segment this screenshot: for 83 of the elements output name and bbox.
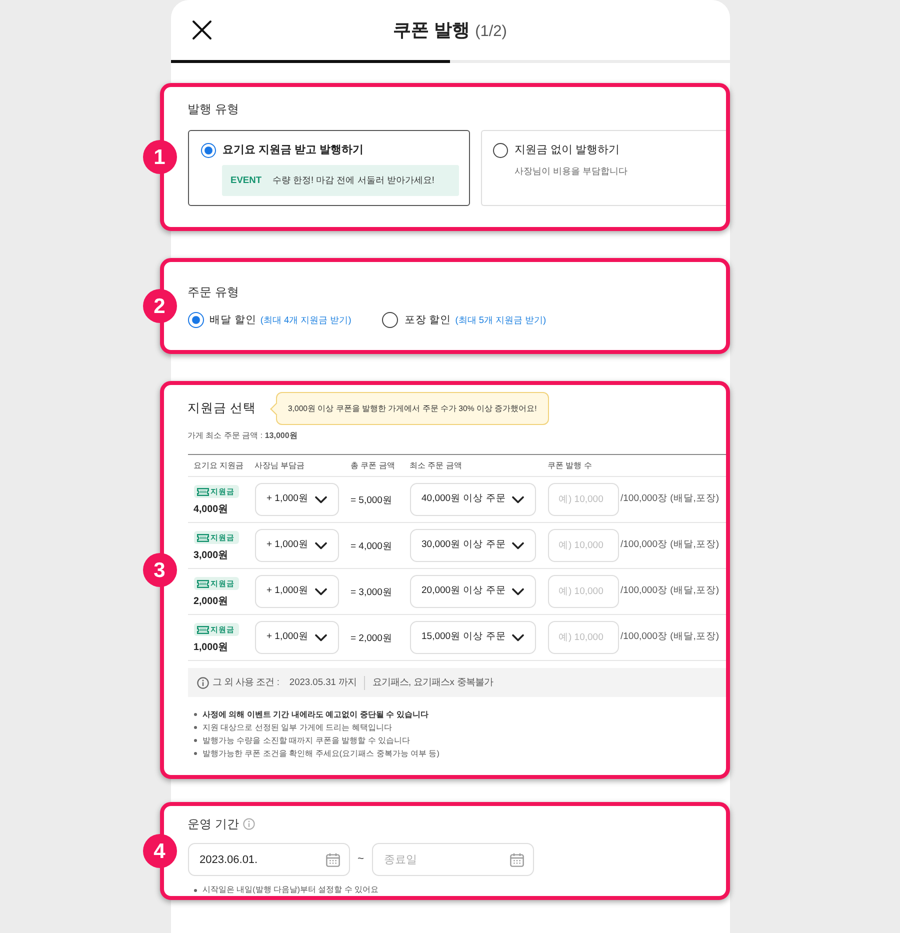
option-label: 지원금 없이 발행하기 bbox=[514, 143, 620, 158]
total-amount: = 2,000원 bbox=[350, 633, 392, 644]
minimum-order-dropdown[interactable]: 30,000원 이상 주문 bbox=[410, 529, 536, 562]
subsidy-amount: 3,000원 bbox=[194, 548, 230, 562]
issue-limit-text: /100,000장 (배달,포장) bbox=[620, 538, 720, 552]
bullet-icon bbox=[194, 888, 196, 892]
subsidy-limit-note: (최대 5개 지원금 받기) bbox=[455, 314, 546, 327]
notice-text: 발행가능 수량을 소진할 때까지 쿠폰을 발행할 수 있습니다 bbox=[202, 735, 410, 747]
subsidy-amount: 4,000원 bbox=[194, 502, 230, 516]
section-title: 발행 유형 bbox=[188, 101, 240, 118]
notice-text: 지원 대상으로 선정된 일부 가게에 드리는 혜택입니다 bbox=[202, 722, 392, 734]
calendar-icon[interactable] bbox=[510, 853, 524, 867]
step-counter: (1/2) bbox=[475, 22, 507, 42]
issue-limit-text: /100,000장 (배달,포장) bbox=[620, 630, 720, 644]
ticket-icon bbox=[196, 488, 208, 496]
info-icon bbox=[196, 676, 208, 688]
close-icon bbox=[192, 20, 212, 40]
event-tag: EVENT bbox=[230, 174, 262, 188]
chevron-down-icon bbox=[512, 496, 524, 504]
chevron-down-icon bbox=[314, 588, 326, 596]
issue-count-field[interactable]: 예) 10,000 bbox=[548, 621, 618, 654]
minimum-order-dropdown[interactable]: 40,000원 이상 주문 bbox=[410, 483, 536, 516]
total-amount: = 3,000원 bbox=[350, 587, 392, 598]
owner-share-dropdown[interactable]: + 1,000원 bbox=[254, 529, 338, 562]
close-button[interactable] bbox=[192, 20, 212, 40]
calendar-icon[interactable] bbox=[326, 853, 340, 867]
option-card[interactable]: 지원금 없이 발행하기 사장님이 비용을 부담합니다 bbox=[480, 130, 726, 206]
chevron-down-icon bbox=[512, 588, 524, 596]
subsidy-amount: 1,000원 bbox=[194, 640, 230, 654]
ticket-icon bbox=[196, 534, 208, 542]
condition-text: 요기패스, 요기패스x 중복불가 bbox=[372, 676, 493, 689]
bullet-icon bbox=[194, 713, 196, 716]
section-title: 지원금 선택 bbox=[188, 400, 256, 418]
event-message: 수량 한정! 마감 전에 서둘러 받아가세요! bbox=[272, 174, 434, 187]
chevron-down-icon bbox=[512, 634, 524, 642]
step-number-marker: 4 bbox=[142, 834, 176, 868]
owner-share-dropdown[interactable]: + 1,000원 bbox=[254, 483, 338, 516]
total-amount: = 4,000원 bbox=[350, 541, 392, 552]
step-number-marker: 1 bbox=[142, 140, 176, 174]
issue-count-field[interactable]: 예) 10,000 bbox=[548, 575, 618, 608]
radio-button[interactable] bbox=[188, 312, 204, 328]
start-date-field[interactable]: 2023.06.01. bbox=[188, 843, 350, 876]
option-label: 요기요 지원금 받고 발행하기 bbox=[222, 143, 364, 158]
radio-button[interactable] bbox=[382, 312, 398, 328]
issue-count-field[interactable]: 예) 10,000 bbox=[548, 483, 618, 516]
radio-button[interactable] bbox=[492, 143, 508, 158]
range-separator: ~ bbox=[358, 852, 364, 868]
section-title: 주문 유형 bbox=[188, 284, 240, 301]
issue-limit-text: /100,000장 (배달,포장) bbox=[620, 584, 720, 598]
owner-share-dropdown[interactable]: + 1,000원 bbox=[254, 575, 338, 608]
chevron-down-icon bbox=[314, 542, 326, 550]
step-number-marker: 3 bbox=[142, 553, 176, 587]
bullet-icon bbox=[194, 739, 196, 742]
chevron-down-icon bbox=[314, 634, 326, 642]
notice-text: 발행가능한 쿠폰 조건을 확인해 주세요(요기패스 중복가능 여부 등) bbox=[202, 748, 440, 760]
ticket-icon bbox=[196, 626, 208, 634]
dialog-title: 쿠폰 발행 bbox=[393, 18, 470, 42]
conditions-label: 그 외 사용 조건 : bbox=[212, 676, 280, 689]
option-label: 포장 할인 bbox=[404, 313, 452, 328]
chevron-down-icon bbox=[512, 542, 524, 550]
option-description: 사장님이 비용을 부담합니다 bbox=[514, 165, 629, 178]
owner-share-dropdown[interactable]: + 1,000원 bbox=[254, 621, 338, 654]
issue-limit-text: /100,000장 (배달,포장) bbox=[620, 492, 720, 506]
issue-count-field[interactable]: 예) 10,000 bbox=[548, 529, 618, 562]
minimum-order-text: 가게 최소 주문 금액 : 13,000원 bbox=[188, 430, 298, 442]
notice-text: 사정에 의해 이벤트 기간 내에라도 예고없이 중단될 수 있습니다 bbox=[202, 709, 428, 721]
option-card[interactable]: 요기요 지원금 받고 발행하기 EVENT 수량 한정! 마감 전에 서둘러 받아가세요! bbox=[188, 130, 470, 206]
section-title: 운영 기간 bbox=[188, 816, 239, 833]
total-amount: = 5,000원 bbox=[350, 495, 392, 506]
bullet-icon bbox=[194, 726, 196, 729]
end-date-field[interactable]: 종료일 bbox=[372, 843, 534, 876]
minimum-order-dropdown[interactable]: 20,000원 이상 주문 bbox=[410, 575, 536, 608]
subsidy-amount: 2,000원 bbox=[194, 594, 230, 608]
condition-text: 2023.05.31 까지 bbox=[289, 676, 357, 689]
radio-button[interactable] bbox=[200, 143, 216, 158]
chevron-down-icon bbox=[314, 496, 326, 504]
minimum-order-dropdown[interactable]: 15,000원 이상 주문 bbox=[410, 621, 536, 654]
bullet-icon bbox=[194, 752, 196, 755]
step-number-marker: 2 bbox=[142, 289, 176, 323]
option-label: 배달 할인 bbox=[210, 313, 256, 328]
ticket-icon bbox=[196, 580, 208, 588]
info-icon[interactable] bbox=[242, 818, 255, 830]
subsidy-limit-note: (최대 4개 지원금 받기) bbox=[260, 314, 352, 327]
